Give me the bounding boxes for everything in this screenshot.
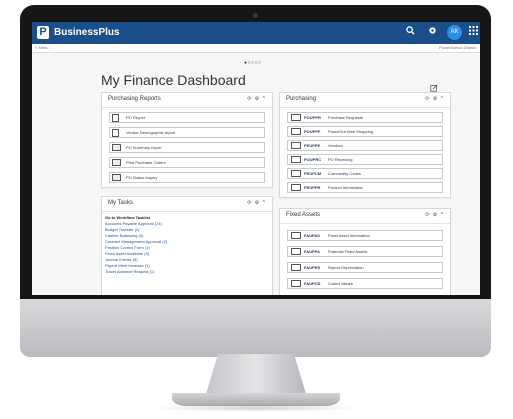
task-link[interactable]: Payroll Merit Increase (1) bbox=[105, 263, 150, 268]
monitor-icon bbox=[291, 248, 301, 255]
panel-controls[interactable]: ⟳ ⚙ ^ bbox=[247, 96, 266, 102]
report-label: Print Purchase Orders bbox=[126, 160, 166, 165]
avatar[interactable]: AK bbox=[447, 25, 462, 40]
report-icon bbox=[112, 144, 121, 151]
monitor-icon bbox=[291, 156, 301, 163]
monitor-icon bbox=[291, 170, 301, 177]
search-icon[interactable] bbox=[406, 26, 415, 39]
purchasing-item[interactable]: POUPRC PO Receiving bbox=[287, 154, 443, 165]
monitor-icon bbox=[291, 280, 301, 287]
panel-controls[interactable]: ⟳ ⚙ ^ bbox=[425, 212, 444, 218]
task-link[interactable]: Contract Management Approval (2) bbox=[105, 239, 167, 244]
task-link[interactable]: Cashier Balancing (4) bbox=[105, 233, 143, 238]
program-code: PEUPPE bbox=[304, 143, 321, 148]
report-item-po-summary[interactable]: PO Summary report bbox=[109, 142, 265, 153]
monitor-icon bbox=[291, 128, 301, 135]
purchasing-reports-panel: Purchasing Reports ⟳ ⚙ ^ PO Report Vendo… bbox=[101, 92, 273, 188]
fixed-assets-panel: Fixed Assets ⟳ ⚙ ^ FAUPAS Fixed Asset In… bbox=[279, 208, 451, 295]
task-link[interactable]: Accounts Payable Approval (24) bbox=[105, 221, 162, 226]
purchasing-item[interactable]: POUPPF PunchOut Web Shopping bbox=[287, 126, 443, 137]
report-label: PO Report bbox=[126, 115, 145, 120]
program-code: FAUPPA bbox=[304, 249, 320, 254]
program-label: Coded Values bbox=[328, 281, 353, 286]
report-icon bbox=[112, 159, 121, 166]
carousel-dots[interactable]: ●○○○○ bbox=[244, 60, 262, 66]
panel-controls[interactable]: ⟳ ⚙ ^ bbox=[425, 96, 444, 102]
task-link[interactable]: Journal Entries (5) bbox=[105, 257, 138, 262]
program-code: FAUPAS bbox=[304, 233, 320, 238]
menu-link[interactable]: ≡ Menu bbox=[35, 44, 48, 52]
program-label: Purchase Requests bbox=[328, 115, 363, 120]
task-link[interactable]: Fixed Asset Additions (3) bbox=[105, 251, 149, 256]
purchasing-item[interactable]: PEUPPR Product Information bbox=[287, 182, 443, 193]
monitor-icon bbox=[291, 264, 301, 271]
report-icon bbox=[112, 174, 121, 181]
monitor-icon bbox=[291, 114, 301, 121]
task-link[interactable]: Position Control Form (1) bbox=[105, 245, 150, 250]
fixed-asset-item[interactable]: FAUPPA Potential Fixed Assets bbox=[287, 246, 443, 257]
district-name: PowerSchool District bbox=[439, 45, 476, 50]
panel-header: My Tasks ⟳ ⚙ ^ bbox=[102, 197, 272, 212]
report-item-print-purchase-orders[interactable]: Print Purchase Orders bbox=[109, 157, 265, 168]
grid-icon[interactable] bbox=[469, 26, 478, 39]
fixed-asset-item[interactable]: FAUPCD Coded Values bbox=[287, 278, 443, 289]
purchasing-panel: Purchasing ⟳ ⚙ ^ POUPPR Purchase Request… bbox=[279, 92, 451, 198]
report-item-vendor-demographic[interactable]: Vendor Demographic report bbox=[109, 127, 265, 138]
monitor-chin bbox=[20, 299, 491, 357]
stand-shadow bbox=[150, 404, 362, 412]
panel-header: Purchasing ⟳ ⚙ ^ bbox=[280, 93, 450, 108]
sub-bar: ≡ Menu PowerSchool District bbox=[32, 44, 480, 53]
monitor-icon bbox=[291, 232, 301, 239]
purchasing-item[interactable]: POUPPR Purchase Requests bbox=[287, 112, 443, 123]
fixed-asset-item[interactable]: FAUPRS Report Depreciation bbox=[287, 262, 443, 273]
program-label: Report Depreciation bbox=[328, 265, 364, 270]
panel-title: My Tasks bbox=[108, 200, 133, 206]
app-title[interactable]: BusinessPlus bbox=[54, 26, 120, 39]
purchasing-item[interactable]: PEUPPE Vendors bbox=[287, 140, 443, 151]
app-logo[interactable]: P bbox=[37, 26, 49, 39]
monitor-icon bbox=[291, 184, 301, 191]
program-label: Potential Fixed Assets bbox=[328, 249, 368, 254]
task-link[interactable]: Travel Advance Request (1) bbox=[105, 269, 154, 274]
fixed-asset-item[interactable]: FAUPAS Fixed Asset Information bbox=[287, 230, 443, 241]
panel-header: Fixed Assets ⟳ ⚙ ^ bbox=[280, 209, 450, 224]
monitor-stand bbox=[206, 354, 306, 394]
panel-title: Fixed Assets bbox=[286, 212, 321, 218]
top-bar: P BusinessPlus AK bbox=[32, 22, 480, 44]
page-title: My Finance Dashboard bbox=[101, 72, 246, 88]
panel-controls[interactable]: ⟳ ⚙ ^ bbox=[247, 200, 266, 206]
app-screen: P BusinessPlus AK ≡ Menu PowerSchool Dis… bbox=[32, 22, 480, 295]
report-item-po-report[interactable]: PO Report bbox=[109, 112, 265, 123]
purchasing-item[interactable]: PEUPCM Commodity Codes bbox=[287, 168, 443, 179]
program-label: Product Information bbox=[328, 185, 363, 190]
program-code: POUPRC bbox=[304, 157, 322, 162]
program-label: Commodity Codes bbox=[328, 171, 361, 176]
program-code: PEUPPR bbox=[304, 185, 321, 190]
panel-title: Purchasing bbox=[286, 96, 317, 102]
program-label: Fixed Asset Information bbox=[328, 233, 370, 238]
monitor-icon bbox=[291, 142, 301, 149]
camera-icon bbox=[253, 13, 258, 18]
program-label: Vendors bbox=[328, 143, 343, 148]
task-link[interactable]: Budget Transfer (2) bbox=[105, 227, 139, 232]
program-label: PunchOut Web Shopping bbox=[328, 129, 374, 134]
program-code: PEUPCM bbox=[304, 171, 322, 176]
panel-header: Purchasing Reports ⟳ ⚙ ^ bbox=[102, 93, 272, 108]
report-label: Vendor Demographic report bbox=[126, 130, 176, 135]
document-icon bbox=[112, 129, 119, 137]
document-icon bbox=[112, 114, 119, 122]
program-code: POUPPF bbox=[304, 129, 321, 134]
report-item-po-status-inquiry[interactable]: PO Status Inquiry bbox=[109, 172, 265, 183]
program-code: FAUPRS bbox=[304, 265, 321, 270]
panel-title: Purchasing Reports bbox=[108, 96, 161, 102]
report-label: PO Summary report bbox=[126, 145, 162, 150]
workflow-tasklist-link[interactable]: Go to Workflow Tasklist bbox=[105, 215, 150, 220]
program-label: PO Receiving bbox=[328, 157, 353, 162]
report-label: PO Status Inquiry bbox=[126, 175, 158, 180]
program-code: POUPPR bbox=[304, 115, 321, 120]
my-tasks-panel: My Tasks ⟳ ⚙ ^ Go to Workflow Tasklist A… bbox=[101, 196, 273, 295]
gear-icon[interactable] bbox=[428, 26, 437, 39]
program-code: FAUPCD bbox=[304, 281, 321, 286]
